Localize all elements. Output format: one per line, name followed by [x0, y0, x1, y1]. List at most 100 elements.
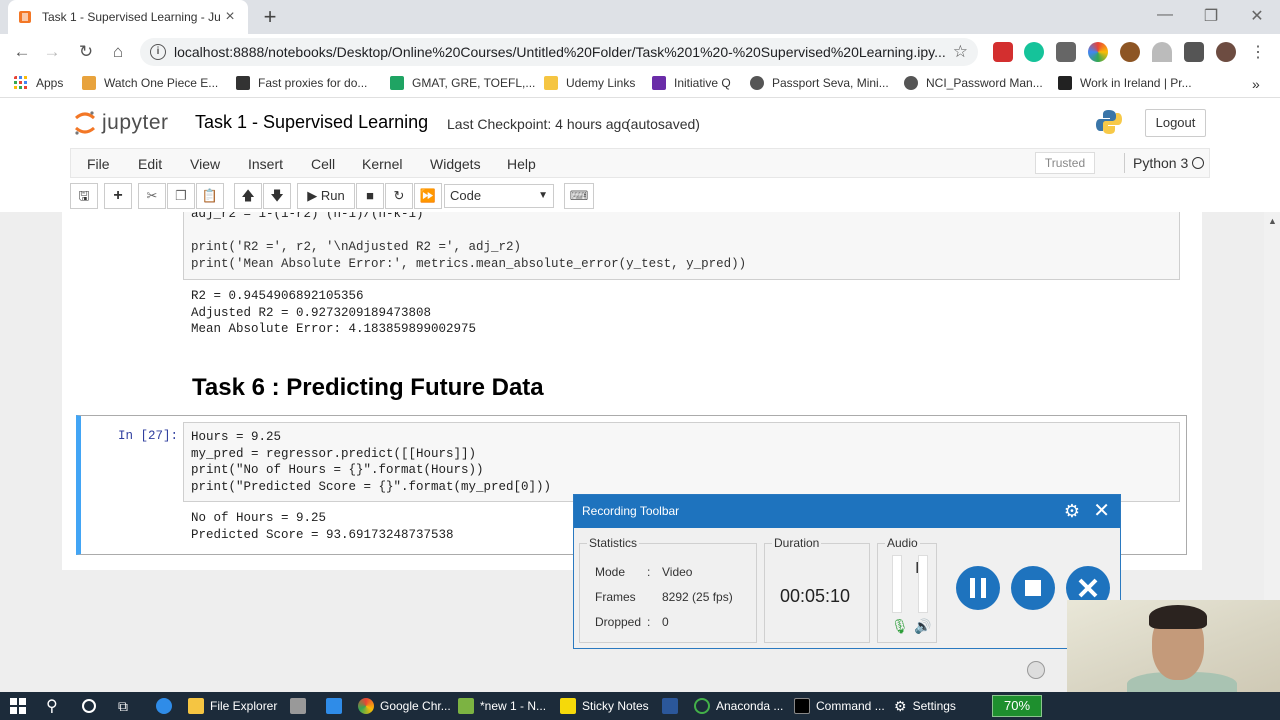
frames-label: Frames: [595, 590, 636, 604]
trusted-badge[interactable]: Trusted: [1035, 152, 1095, 174]
task-view-icon[interactable]: ⧉: [118, 692, 128, 720]
jupyter-logo-icon: [75, 111, 95, 135]
scroll-up-icon[interactable]: ▲: [1268, 216, 1277, 226]
extension-mega-icon[interactable]: [993, 42, 1013, 62]
save-icon[interactable]: 🖫: [70, 183, 98, 209]
close-tab-icon[interactable]: ×: [222, 8, 238, 26]
run-button[interactable]: ▶ Run: [297, 183, 355, 209]
menu-file[interactable]: File: [87, 156, 110, 172]
move-down-icon[interactable]: 🡇: [263, 183, 291, 209]
windows-start-icon[interactable]: [10, 692, 26, 720]
extension-arc-icon[interactable]: [1152, 42, 1172, 62]
taskbar-item-notepad[interactable]: *new 1 - N...: [458, 692, 546, 720]
browser-tab[interactable]: Task 1 - Supervised Learning - Ju ×: [8, 0, 248, 34]
restore-icon[interactable]: ❐: [1196, 6, 1226, 26]
extensions-puzzle-icon[interactable]: [1184, 42, 1204, 62]
menu-edit[interactable]: Edit: [138, 156, 162, 172]
move-up-icon[interactable]: 🡅: [234, 183, 262, 209]
bookmark-label: Fast proxies for do...: [258, 76, 368, 90]
notebook-title[interactable]: Task 1 - Supervised Learning: [195, 112, 428, 133]
bookmark-favicon-icon: [1058, 76, 1072, 90]
previous-code-cell[interactable]: adj_r2 = 1-(1-r2)*(n-1)/(n-k-1) print('R…: [183, 212, 1180, 280]
menu-help[interactable]: Help: [507, 156, 536, 172]
forward-icon[interactable]: →: [40, 40, 64, 64]
stop-icon[interactable]: ■: [356, 183, 384, 209]
taskbar-item-command[interactable]: Command ...: [794, 692, 885, 720]
copy-icon[interactable]: ❐: [167, 183, 195, 209]
taskbar-item-label: *new 1 - N...: [480, 699, 547, 713]
bookmark-item[interactable]: Initiative Q: [652, 76, 731, 90]
code-line: print('Mean Absolute Error:', metrics.me…: [191, 257, 747, 271]
keyboard-icon[interactable]: ⌨: [564, 183, 594, 209]
reload-icon[interactable]: ↻: [74, 40, 98, 64]
bookmark-item[interactable]: Watch One Piece E...: [82, 76, 218, 90]
search-icon[interactable]: ⚲: [46, 692, 58, 720]
restart-icon[interactable]: ↻: [385, 183, 413, 209]
bookmark-label: Work in Ireland | Pr...: [1080, 76, 1192, 90]
microphone-icon[interactable]: 🎙: [891, 618, 909, 635]
pause-button[interactable]: [956, 566, 1000, 610]
taskbar-item-label: Sticky Notes: [582, 699, 649, 713]
bookmark-item[interactable]: Passport Seva, Mini...: [750, 76, 889, 90]
apps-grid-icon: [14, 76, 27, 89]
taskbar-item-chrome[interactable]: Google Chr...: [358, 692, 451, 720]
back-icon[interactable]: ←: [10, 40, 34, 64]
extension-color-icon[interactable]: [1088, 42, 1108, 62]
chrome-menu-icon[interactable]: ⋮: [1250, 42, 1266, 62]
mail-icon[interactable]: [326, 692, 348, 720]
menu-view[interactable]: View: [190, 156, 220, 172]
speaker-icon[interactable]: 🔊: [914, 618, 931, 635]
insert-cell-icon[interactable]: +: [104, 183, 132, 209]
edge-icon[interactable]: [156, 692, 178, 720]
taskbar-item-file-explorer[interactable]: File Explorer: [188, 692, 277, 720]
gear-icon[interactable]: ⚙: [1064, 495, 1080, 528]
menu-widgets[interactable]: Widgets: [430, 156, 481, 172]
code-input-area[interactable]: Hours = 9.25 my_pred = regressor.predict…: [183, 422, 1180, 502]
site-info-icon[interactable]: i: [150, 44, 166, 60]
taskbar-item-anaconda[interactable]: Anaconda ...: [694, 692, 783, 720]
home-icon[interactable]: ⌂: [106, 40, 130, 64]
recording-toolbar-title: Recording Toolbar: [582, 504, 680, 518]
menu-insert[interactable]: Insert: [248, 156, 283, 172]
code-line: adj_r2 = 1-(1-r2)*(n-1)/(n-k-1): [191, 212, 424, 221]
checkpoint-status: Last Checkpoint: 4 hours ago: [447, 116, 630, 132]
close-window-icon[interactable]: ✕: [1242, 6, 1272, 26]
google-drive-icon: [390, 76, 404, 90]
jupyter-logo[interactable]: jupyter: [74, 110, 169, 136]
bookmark-item[interactable]: NCI_Password Man...: [904, 76, 1043, 90]
cut-icon[interactable]: ✂: [138, 183, 166, 209]
logout-button[interactable]: Logout: [1145, 109, 1206, 137]
minimize-icon[interactable]: —: [1150, 6, 1180, 24]
new-tab-icon[interactable]: +: [258, 4, 282, 30]
bookmark-star-icon[interactable]: ☆: [953, 42, 968, 62]
bookmark-apps[interactable]: Apps: [14, 76, 63, 90]
sticky-notes-icon: [560, 698, 576, 714]
taskbar-item-sticky-notes[interactable]: Sticky Notes: [560, 692, 649, 720]
taskbar-item-settings[interactable]: ⚙ Settings: [894, 692, 956, 720]
fast-forward-icon[interactable]: ⏩: [414, 183, 442, 209]
bookmark-item[interactable]: Work in Ireland | Pr...: [1058, 76, 1192, 90]
profile-avatar[interactable]: [1216, 42, 1236, 62]
extension-robot-icon[interactable]: [1056, 42, 1076, 62]
bookmark-favicon-icon: [652, 76, 666, 90]
address-bar[interactable]: i localhost:8888/notebooks/Desktop/Onlin…: [140, 38, 978, 66]
bookmark-item[interactable]: Udemy Links: [544, 76, 635, 90]
close-icon[interactable]: ✕: [1093, 495, 1110, 528]
battery-indicator[interactable]: 70%: [992, 695, 1042, 717]
run-label: Run: [320, 188, 345, 203]
menu-cell[interactable]: Cell: [311, 156, 335, 172]
stop-recording-button[interactable]: [1011, 566, 1055, 610]
extension-grammarly-icon[interactable]: [1024, 42, 1044, 62]
cortana-icon[interactable]: [82, 692, 96, 720]
bookmarks-overflow-icon[interactable]: »: [1252, 76, 1260, 92]
recording-toolbar-titlebar[interactable]: Recording Toolbar ⚙ ✕: [574, 495, 1120, 528]
bookmark-item[interactable]: GMAT, GRE, TOEFL,...: [390, 76, 535, 90]
cell-type-select[interactable]: Code ▼: [444, 184, 554, 208]
bookmark-item[interactable]: Fast proxies for do...: [236, 76, 367, 90]
store-icon[interactable]: [290, 692, 312, 720]
menu-kernel[interactable]: Kernel: [362, 156, 402, 172]
extension-cookie-icon[interactable]: [1120, 42, 1140, 62]
word-icon[interactable]: [662, 692, 684, 720]
paste-icon[interactable]: 📋: [196, 183, 224, 209]
chrome-icon: [358, 698, 374, 714]
